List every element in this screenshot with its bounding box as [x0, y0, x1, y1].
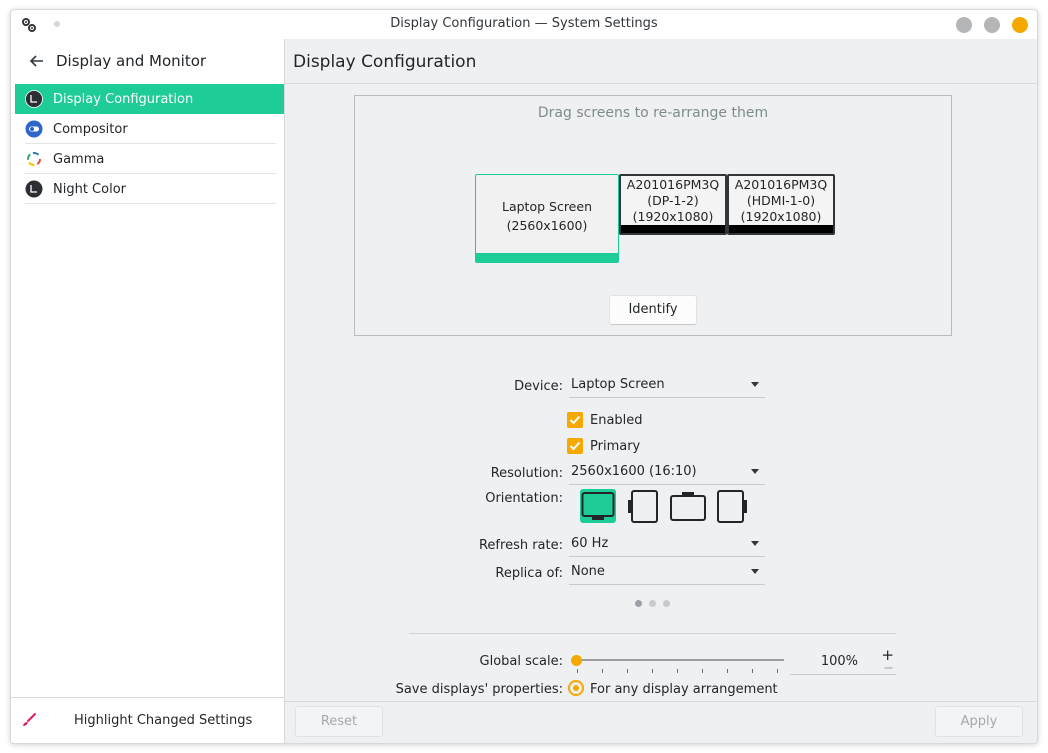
chevron-down-icon	[751, 469, 759, 474]
footer-bar: Reset Apply	[285, 701, 1037, 743]
main-panel: Display Configuration Drag screens to re…	[285, 39, 1037, 743]
sidebar-list: Display Configuration Compositor Gamma N…	[15, 84, 284, 204]
window-title: Display Configuration — System Settings	[390, 16, 658, 31]
gamma-icon	[27, 152, 41, 166]
primary-indicator	[476, 253, 618, 262]
page-indicator	[635, 596, 677, 611]
screen-arrangement-area[interactable]: Drag screens to re-arrange them Laptop S…	[354, 95, 952, 336]
screen-name: A201016PM3Q	[734, 177, 828, 192]
highlight-changed-settings-label: Highlight Changed Settings	[74, 713, 253, 728]
sidebar-item-label: Gamma	[53, 151, 105, 167]
screen-laptop[interactable]: Laptop Screen (2560x1600)	[475, 174, 619, 263]
sidebar-header: Display and Monitor	[11, 39, 284, 83]
sidebar: Display and Monitor Display Configuratio…	[11, 39, 285, 743]
divider	[285, 83, 1037, 84]
screen-connector: (DP-1-2)	[647, 193, 699, 208]
checkmark-icon	[569, 415, 581, 425]
maximize-button[interactable]	[984, 17, 1000, 33]
sidebar-item-display-configuration[interactable]: Display Configuration	[15, 84, 284, 114]
orientation-landscape-button[interactable]	[579, 488, 617, 524]
page-dot[interactable]	[663, 600, 670, 607]
arrange-hint: Drag screens to re-arrange them	[537, 105, 769, 121]
replica-of-select[interactable]: None	[569, 561, 765, 585]
night-color-icon	[25, 180, 43, 198]
back-arrow-icon[interactable]	[29, 53, 45, 69]
page-dot[interactable]	[635, 600, 642, 607]
device-label: Device:	[514, 379, 563, 394]
chevron-down-icon	[751, 382, 759, 387]
divider	[409, 633, 896, 634]
enabled-label[interactable]: Enabled	[590, 413, 643, 428]
minimize-button[interactable]	[956, 17, 972, 33]
minus-icon[interactable]: −	[883, 661, 894, 676]
orientation-portrait-left-button[interactable]	[627, 488, 661, 524]
refresh-rate-value: 60 Hz	[571, 536, 609, 551]
primary-label[interactable]: Primary	[590, 439, 640, 454]
reset-button[interactable]: Reset	[295, 706, 383, 737]
highlight-changed-settings-button[interactable]: Highlight Changed Settings	[11, 697, 284, 743]
compositor-icon	[25, 120, 43, 138]
screen-resolution: (1920x1080)	[632, 209, 714, 224]
slider-ticks	[577, 669, 782, 674]
page-title: Display Configuration	[293, 52, 477, 72]
device-value: Laptop Screen	[571, 377, 665, 392]
resolution-value: 2560x1600 (16:10)	[571, 464, 697, 479]
screen-bottom-bar	[729, 225, 833, 233]
screen-name: A201016PM3Q	[626, 177, 720, 192]
sidebar-item-compositor[interactable]: Compositor	[15, 114, 284, 144]
screen-resolution: (2560x1600)	[506, 218, 588, 233]
title-bar: Display Configuration — System Settings	[11, 10, 1037, 39]
global-scale-value: 100%	[820, 654, 858, 669]
screen-name: Laptop Screen	[502, 199, 592, 214]
sidebar-item-label: Compositor	[53, 121, 128, 137]
save-properties-label: Save displays' properties:	[395, 682, 563, 697]
chevron-down-icon	[751, 569, 759, 574]
orientation-portrait-right-button[interactable]	[716, 488, 750, 524]
screen-bottom-bar	[621, 225, 725, 233]
screen-resolution: (1920x1080)	[740, 209, 822, 224]
page-dot[interactable]	[649, 600, 656, 607]
identify-button[interactable]: Identify	[609, 295, 697, 325]
settings-window: Display Configuration — System Settings …	[10, 9, 1038, 744]
sidebar-item-label: Night Color	[53, 181, 126, 197]
global-scale-slider[interactable]	[575, 659, 784, 661]
enabled-checkbox[interactable]	[567, 412, 583, 428]
refresh-rate-select[interactable]: 60 Hz	[569, 533, 765, 557]
screen-connector: (HDMI-1-0)	[746, 193, 816, 208]
screen-dp-1-2[interactable]: A201016PM3Q (DP-1-2) (1920x1080)	[619, 174, 727, 235]
close-button[interactable]	[1012, 17, 1028, 33]
global-scale-label: Global scale:	[479, 654, 563, 669]
sidebar-item-gamma[interactable]: Gamma	[15, 144, 284, 174]
checkmark-icon	[569, 441, 581, 451]
apply-button[interactable]: Apply	[935, 706, 1023, 737]
slider-handle[interactable]	[571, 655, 582, 666]
paint-brush-icon	[23, 713, 36, 726]
screen-hdmi-1-0[interactable]: A201016PM3Q (HDMI-1-0) (1920x1080)	[727, 174, 835, 235]
replica-of-value: None	[571, 564, 605, 579]
resolution-label: Resolution:	[490, 466, 563, 481]
sidebar-back-title[interactable]: Display and Monitor	[56, 52, 206, 70]
sidebar-item-night-color[interactable]: Night Color	[15, 174, 284, 204]
global-scale-spinbox[interactable]: 100% + −	[790, 646, 896, 676]
chevron-down-icon	[751, 541, 759, 546]
resolution-select[interactable]: 2560x1600 (16:10)	[569, 461, 765, 485]
primary-checkbox[interactable]	[567, 438, 583, 454]
orientation-label: Orientation:	[485, 491, 563, 506]
sidebar-item-label: Display Configuration	[53, 91, 194, 107]
display-icon	[25, 90, 43, 108]
orientation-landscape-flipped-button[interactable]	[669, 488, 707, 524]
save-arrangement-option[interactable]: For any display arrangement	[590, 682, 778, 697]
device-select[interactable]: Laptop Screen	[569, 374, 765, 398]
save-arrangement-radio[interactable]	[568, 680, 584, 696]
refresh-rate-label: Refresh rate:	[478, 538, 563, 553]
replica-of-label: Replica of:	[495, 566, 563, 581]
